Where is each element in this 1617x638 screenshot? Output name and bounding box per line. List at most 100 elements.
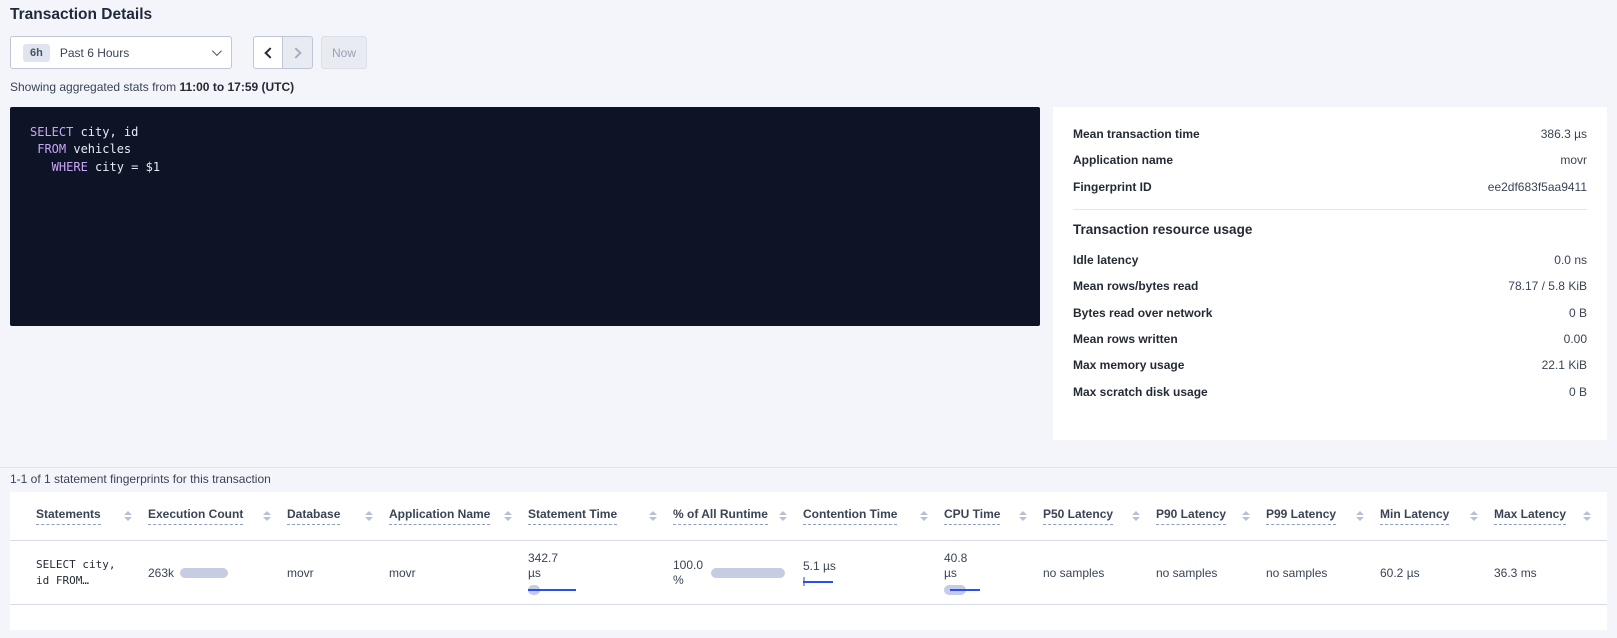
statement-fingerprints-summary: 1-1 of 1 statement fingerprints for this… bbox=[10, 472, 271, 486]
p99-latency-cell: no samples bbox=[1266, 566, 1380, 580]
resource-row: Mean rows written 0.00 bbox=[1073, 326, 1587, 352]
divider bbox=[0, 467, 1617, 468]
column-header-max-latency: Max Latency bbox=[1494, 507, 1607, 525]
overview-row-value: movr bbox=[1560, 153, 1587, 167]
sql-statement-box: SELECT city, id FROM vehicles WHERE city… bbox=[10, 107, 1040, 326]
sort-arrows-icon[interactable] bbox=[365, 511, 373, 521]
column-header-label[interactable]: Statements bbox=[36, 507, 101, 525]
sort-arrows-icon[interactable] bbox=[1019, 511, 1027, 521]
sort-arrows-icon[interactable] bbox=[504, 511, 512, 521]
column-header-cpu-time: CPU Time bbox=[944, 507, 1043, 525]
resource-row-label: Max scratch disk usage bbox=[1073, 385, 1208, 399]
sort-arrows-icon[interactable] bbox=[779, 511, 787, 521]
p50-latency-cell: no samples bbox=[1043, 566, 1156, 580]
transaction-overview-card: Mean transaction time 386.3 µs Applicati… bbox=[1053, 107, 1607, 440]
sort-arrows-icon[interactable] bbox=[1470, 511, 1478, 521]
resource-row-value: 0 B bbox=[1569, 306, 1587, 320]
sort-arrows-icon[interactable] bbox=[1583, 511, 1591, 521]
column-header-label[interactable]: Min Latency bbox=[1380, 507, 1449, 525]
column-header-execution-count: Execution Count bbox=[148, 507, 287, 525]
column-header-label[interactable]: P99 Latency bbox=[1266, 507, 1336, 525]
max-latency-cell: 36.3 ms bbox=[1494, 566, 1607, 580]
resource-row: Bytes read over network 0 B bbox=[1073, 299, 1587, 325]
resource-row-label: Mean rows written bbox=[1073, 332, 1178, 346]
sort-arrows-icon[interactable] bbox=[1132, 511, 1140, 521]
cpu-time-cell: 40.8 µs bbox=[944, 551, 1043, 595]
column-header-label[interactable]: Application Name bbox=[389, 507, 490, 525]
column-header-pct-runtime: % of All Runtime bbox=[673, 507, 803, 525]
time-nav-group bbox=[253, 36, 313, 69]
min-latency-cell: 60.2 µs bbox=[1380, 566, 1494, 580]
statements-table-header: Statements Execution Count Database Appl… bbox=[10, 492, 1607, 541]
statement-table-row[interactable]: SELECT city, id FROM… 263k movr movr 342… bbox=[10, 541, 1607, 605]
resource-row-label: Bytes read over network bbox=[1073, 306, 1212, 320]
column-header-label[interactable]: P90 Latency bbox=[1156, 507, 1226, 525]
next-interval-button[interactable] bbox=[283, 36, 313, 69]
caret-right-icon bbox=[290, 47, 301, 58]
overview-row-value: ee2df683f5aa9411 bbox=[1488, 180, 1587, 194]
sort-arrows-icon[interactable] bbox=[649, 511, 657, 521]
resource-row-label: Max memory usage bbox=[1073, 358, 1184, 372]
time-range-dropdown[interactable]: 6h Past 6 Hours bbox=[10, 36, 232, 69]
resource-row: Max scratch disk usage 0 B bbox=[1073, 378, 1587, 404]
column-header-label[interactable]: P50 Latency bbox=[1043, 507, 1113, 525]
cpu-time-bar bbox=[944, 585, 984, 595]
application-name-cell: movr bbox=[389, 566, 528, 580]
statement-link[interactable]: SELECT city, id FROM… bbox=[36, 557, 148, 589]
stats-period-text: Showing aggregated stats from 11:00 to 1… bbox=[10, 80, 294, 94]
resource-row-value: 0.00 bbox=[1564, 332, 1587, 346]
sort-arrows-icon[interactable] bbox=[1242, 511, 1250, 521]
sort-arrows-icon[interactable] bbox=[1356, 511, 1364, 521]
sort-arrows-icon[interactable] bbox=[263, 511, 271, 521]
contention-time-value: 5.1 µs bbox=[803, 559, 934, 573]
resource-row-value: 0.0 ns bbox=[1554, 253, 1587, 267]
execution-count-bar bbox=[180, 568, 228, 578]
statement-time-bar bbox=[528, 585, 578, 595]
sql-text: city = $1 bbox=[88, 160, 160, 174]
column-header-label[interactable]: % of All Runtime bbox=[673, 507, 768, 525]
column-header-label[interactable]: Execution Count bbox=[148, 507, 243, 525]
column-header-label[interactable]: Database bbox=[287, 507, 340, 525]
overview-row: Mean transaction time 386.3 µs bbox=[1073, 121, 1587, 147]
sort-arrows-icon[interactable] bbox=[920, 511, 928, 521]
sort-arrows-icon[interactable] bbox=[124, 511, 132, 521]
column-header-label[interactable]: CPU Time bbox=[944, 507, 1000, 525]
now-button[interactable]: Now bbox=[321, 36, 367, 69]
time-controls: 6h Past 6 Hours Now bbox=[10, 36, 367, 69]
column-header-contention-time: Contention Time bbox=[803, 507, 944, 525]
sql-keyword: SELECT bbox=[30, 125, 73, 139]
resource-usage-section-title: Transaction resource usage bbox=[1073, 222, 1587, 237]
sql-keyword: WHERE bbox=[30, 160, 88, 174]
column-header-database: Database bbox=[287, 507, 389, 525]
resource-row: Idle latency 0.0 ns bbox=[1073, 247, 1587, 273]
resource-row-value: 78.17 / 5.8 KiB bbox=[1508, 279, 1587, 293]
execution-count-cell: 263k bbox=[148, 566, 287, 580]
column-header-label[interactable]: Statement Time bbox=[528, 507, 617, 525]
contention-time-bar bbox=[803, 577, 835, 587]
stats-period-range: 11:00 to 17:59 (UTC) bbox=[179, 80, 294, 94]
previous-interval-button[interactable] bbox=[253, 36, 283, 69]
cpu-time-value: 40.8 bbox=[944, 551, 1033, 566]
resource-row-label: Idle latency bbox=[1073, 253, 1138, 267]
overview-row-value: 386.3 µs bbox=[1541, 127, 1587, 141]
caret-left-icon bbox=[264, 47, 275, 58]
column-header-min-latency: Min Latency bbox=[1380, 507, 1494, 525]
overview-row-label: Application name bbox=[1073, 153, 1173, 167]
sql-text: vehicles bbox=[66, 142, 131, 156]
statement-time-unit: µs bbox=[528, 566, 663, 581]
sql-text: city, id bbox=[73, 125, 138, 139]
stats-period-prefix: Showing aggregated stats from bbox=[10, 80, 176, 94]
column-header-statement-time: Statement Time bbox=[528, 507, 673, 525]
resource-row-label: Mean rows/bytes read bbox=[1073, 279, 1198, 293]
chevron-down-icon bbox=[212, 46, 222, 56]
resource-row-value: 0 B bbox=[1569, 385, 1587, 399]
statement-time-value: 342.7 bbox=[528, 551, 663, 566]
pct-runtime-unit: % bbox=[673, 573, 703, 588]
time-range-label: Past 6 Hours bbox=[60, 46, 212, 60]
column-header-label[interactable]: Max Latency bbox=[1494, 507, 1566, 525]
database-cell: movr bbox=[287, 566, 389, 580]
column-header-label[interactable]: Contention Time bbox=[803, 507, 897, 525]
time-range-badge: 6h bbox=[23, 44, 50, 62]
pct-runtime-cell: 100.0 % bbox=[673, 558, 803, 588]
cpu-time-unit: µs bbox=[944, 566, 1033, 581]
